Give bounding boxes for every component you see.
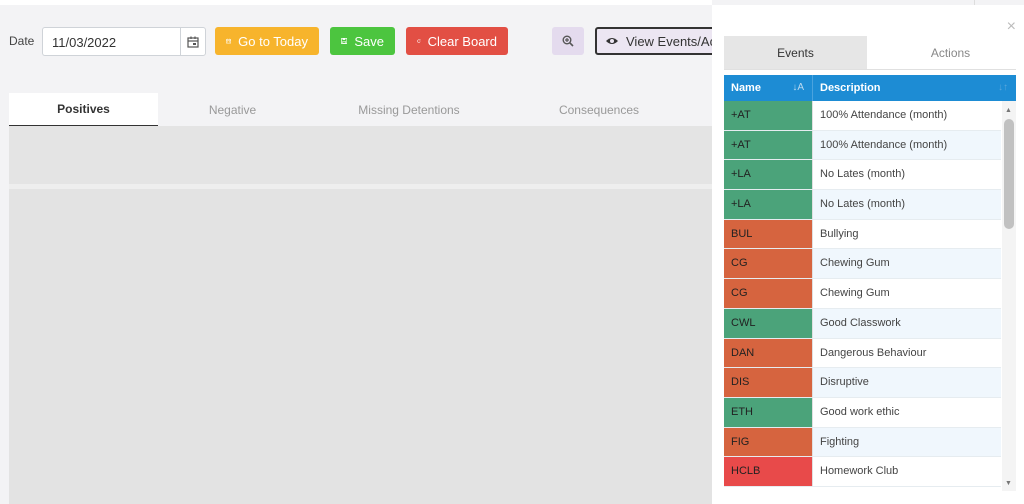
board-area bbox=[9, 189, 712, 504]
event-description-cell: Good Classwork bbox=[813, 308, 1001, 338]
scroll-down-icon[interactable]: ▼ bbox=[1005, 480, 1012, 487]
table-row[interactable]: BUL Bullying bbox=[724, 219, 1001, 250]
table-row[interactable]: ETH Good work ethic bbox=[724, 397, 1001, 428]
tab-consequences[interactable]: Consequences bbox=[519, 93, 679, 126]
sort-asc-icon[interactable]: ↓A bbox=[792, 82, 804, 93]
event-description-cell: No Lates (month) bbox=[813, 190, 1001, 219]
table-row[interactable]: CG Chewing Gum bbox=[724, 249, 1001, 280]
table-row[interactable]: +LA No Lates (month) bbox=[724, 190, 1001, 220]
table-row[interactable]: CG Chewing Gum bbox=[724, 279, 1001, 309]
table-header: Name ↓A Description ↓↑ bbox=[724, 75, 1016, 101]
column-header-name-label: Name bbox=[731, 82, 761, 94]
view-events-actions-label: View Events/Acti bbox=[626, 33, 723, 49]
date-input[interactable]: 11/03/2022 bbox=[42, 27, 180, 56]
event-description-cell: Dangerous Behaviour bbox=[813, 338, 1001, 368]
event-name-cell: CG bbox=[724, 249, 813, 279]
table-row[interactable]: HCLB Homework Club bbox=[724, 457, 1001, 487]
date-label: Date bbox=[9, 34, 35, 48]
event-name-cell: CG bbox=[724, 279, 813, 308]
table-row[interactable]: DIS Disruptive bbox=[724, 368, 1001, 398]
event-name-cell: +AT bbox=[724, 101, 813, 130]
refresh-icon bbox=[417, 39, 421, 43]
column-header-description-label: Description bbox=[820, 82, 881, 94]
scroll-up-icon[interactable]: ▲ bbox=[1005, 107, 1012, 114]
event-description-cell: Chewing Gum bbox=[813, 279, 1001, 308]
event-description-cell: 100% Attendance (month) bbox=[813, 101, 1001, 130]
save-icon bbox=[341, 38, 348, 44]
table-scrollbar[interactable]: ▲ ▼ bbox=[1002, 101, 1016, 491]
events-table-body: +AT 100% Attendance (month) +AT 100% Atten… bbox=[724, 101, 1001, 491]
eye-icon bbox=[606, 38, 618, 44]
event-description-cell: Disruptive bbox=[813, 368, 1001, 397]
sort-icon[interactable]: ↓↑ bbox=[998, 82, 1008, 93]
board-tabs: Positives Negative Missing Detentions Co… bbox=[9, 93, 712, 126]
event-description-cell: Bullying bbox=[813, 219, 1001, 249]
tab-positives[interactable]: Positives bbox=[9, 93, 158, 126]
clear-board-label: Clear Board bbox=[427, 33, 497, 49]
go-to-today-label: Go to Today bbox=[238, 33, 308, 49]
toolbar: Date 11/03/2022 Go to Today Save Clear B… bbox=[0, 23, 735, 59]
table-row[interactable]: +LA No Lates (month) bbox=[724, 160, 1001, 191]
event-description-cell: Fighting bbox=[813, 427, 1001, 457]
panel-tabs: Events Actions bbox=[724, 36, 1016, 70]
event-name-cell: BUL bbox=[724, 219, 813, 249]
event-name-cell: CWL bbox=[724, 308, 813, 338]
event-name-cell: HCLB bbox=[724, 457, 813, 486]
event-name-cell: FIG bbox=[724, 427, 813, 457]
event-name-cell: ETH bbox=[724, 397, 813, 427]
table-row[interactable]: +AT 100% Attendance (month) bbox=[724, 101, 1001, 131]
close-icon[interactable]: × bbox=[1007, 18, 1016, 36]
event-description-cell: 100% Attendance (month) bbox=[813, 130, 1001, 160]
event-name-cell: +AT bbox=[724, 130, 813, 160]
tab-events[interactable]: Events bbox=[724, 36, 867, 69]
tab-missing-detentions[interactable]: Missing Detentions bbox=[329, 93, 489, 126]
calendar-picker-button[interactable] bbox=[180, 27, 206, 56]
event-name-cell: DIS bbox=[724, 368, 813, 397]
events-actions-panel: × Events Actions Name ↓A Description ↓↑ … bbox=[712, 5, 1024, 504]
table-row[interactable]: FIG Fighting bbox=[724, 427, 1001, 458]
event-name-cell: +LA bbox=[724, 190, 813, 219]
tab-negative[interactable]: Negative bbox=[158, 93, 307, 126]
save-button[interactable]: Save bbox=[330, 27, 395, 55]
zoom-button[interactable] bbox=[552, 27, 584, 55]
event-name-cell: +LA bbox=[724, 160, 813, 190]
zoom-in-icon bbox=[562, 35, 574, 47]
clear-board-button[interactable]: Clear Board bbox=[406, 27, 508, 55]
calendar-icon bbox=[226, 38, 231, 44]
main-area: Date 11/03/2022 Go to Today Save Clear B… bbox=[0, 0, 735, 504]
table-row[interactable]: CWL Good Classwork bbox=[724, 308, 1001, 339]
calendar-icon bbox=[187, 36, 199, 48]
event-description-cell: Good work ethic bbox=[813, 397, 1001, 427]
go-to-today-button[interactable]: Go to Today bbox=[215, 27, 319, 55]
event-name-cell: DAN bbox=[724, 338, 813, 368]
save-label: Save bbox=[354, 33, 384, 49]
event-description-cell: No Lates (month) bbox=[813, 160, 1001, 190]
event-description-cell: Chewing Gum bbox=[813, 249, 1001, 279]
table-row[interactable]: DAN Dangerous Behaviour bbox=[724, 338, 1001, 369]
event-description-cell: Homework Club bbox=[813, 457, 1001, 486]
scroll-thumb[interactable] bbox=[1004, 119, 1014, 229]
column-header-description[interactable]: Description ↓↑ bbox=[813, 75, 1016, 101]
table-row[interactable]: +AT 100% Attendance (month) bbox=[724, 130, 1001, 161]
board-header-area bbox=[9, 126, 712, 184]
column-header-name[interactable]: Name ↓A bbox=[724, 75, 813, 101]
tab-actions[interactable]: Actions bbox=[879, 36, 1022, 69]
